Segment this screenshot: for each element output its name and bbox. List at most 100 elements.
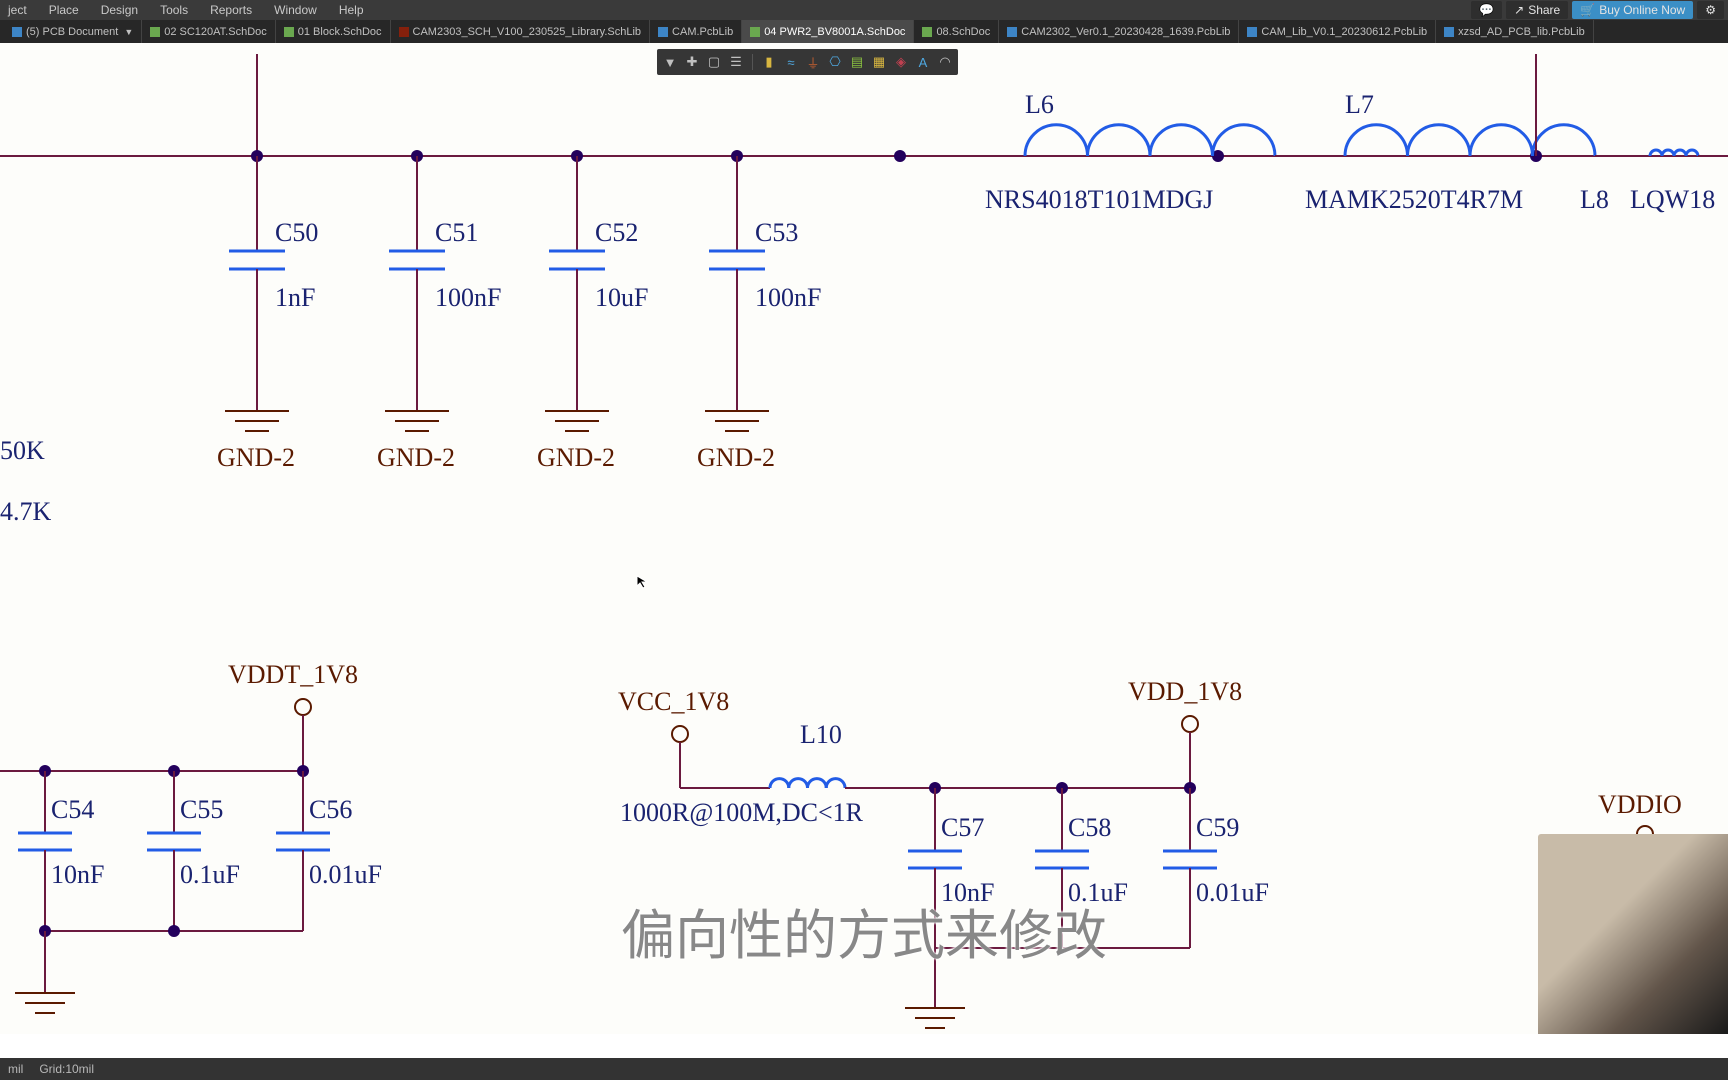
chevron-down-icon[interactable]: ▼: [124, 27, 133, 37]
file-icon: [922, 27, 932, 37]
svg-text:1000R@100M,DC<1R: 1000R@100M,DC<1R: [620, 798, 864, 827]
svg-text:C59: C59: [1196, 813, 1239, 842]
svg-text:LQW18: LQW18: [1630, 185, 1715, 214]
gnd-icon[interactable]: ⏚: [804, 53, 822, 71]
tab-label: CAM2303_SCH_V100_230525_Library.SchLib: [413, 26, 642, 38]
svg-text:GND-2: GND-2: [537, 443, 615, 472]
file-icon: [658, 27, 668, 37]
svg-text:L6: L6: [1025, 90, 1054, 119]
rect-icon[interactable]: ▢: [705, 53, 723, 71]
part-icon[interactable]: ▮: [760, 53, 778, 71]
active-bar[interactable]: ▼ ✚ ▢ ☰ ▮ ≈ ⏚ ⎔ ▤ ▦ ◈ A ◠: [657, 49, 958, 75]
file-icon: [399, 27, 409, 37]
file-icon: [1247, 27, 1257, 37]
notification-icon[interactable]: 💬: [1471, 1, 1502, 19]
file-icon: [284, 27, 294, 37]
r-label-50k: 50K: [0, 436, 45, 465]
svg-text:VDDT_1V8: VDDT_1V8: [228, 660, 358, 689]
port-icon[interactable]: ⎔: [826, 53, 844, 71]
document-tab[interactable]: 02 SC120AT.SchDoc: [142, 20, 276, 43]
text-icon[interactable]: A: [914, 53, 932, 71]
file-icon: [1007, 27, 1017, 37]
status-unit: mil: [8, 1062, 23, 1076]
tab-label: 04 PWR2_BV8001A.SchDoc: [764, 26, 905, 38]
settings-icon[interactable]: ⚙: [1697, 1, 1724, 19]
webcam-overlay: [1538, 834, 1728, 1034]
document-tab[interactable]: 01 Block.SchDoc: [276, 20, 391, 43]
document-tab[interactable]: CAM_Lib_V0.1_20230612.PcbLib: [1239, 20, 1436, 43]
buy-button[interactable]: 🛒 Buy Online Now: [1572, 1, 1693, 19]
tab-label: 08.SchDoc: [936, 26, 990, 38]
tab-label: xzsd_AD_PCB_lib.PcbLib: [1458, 26, 1585, 38]
svg-text:0.01uF: 0.01uF: [309, 860, 382, 889]
filter-icon[interactable]: ▼: [661, 53, 679, 71]
svg-text:100nF: 100nF: [755, 283, 821, 312]
svg-text:VDD_1V8: VDD_1V8: [1128, 677, 1242, 706]
subtitle-overlay: 偏向性的方式来修改: [621, 891, 1107, 970]
svg-text:C50: C50: [275, 218, 318, 247]
svg-text:1nF: 1nF: [275, 283, 315, 312]
svg-text:NRS4018T101MDGJ: NRS4018T101MDGJ: [985, 185, 1213, 214]
svg-text:VCC_1V8: VCC_1V8: [618, 687, 729, 716]
r-label-47k: 4.7K: [0, 497, 52, 526]
svg-text:C58: C58: [1068, 813, 1111, 842]
file-icon: [750, 27, 760, 37]
status-grid: Grid:10mil: [39, 1062, 94, 1076]
svg-text:C56: C56: [309, 795, 352, 824]
menu-place[interactable]: Place: [49, 3, 79, 17]
svg-text:C55: C55: [180, 795, 223, 824]
menu-reports[interactable]: Reports: [210, 3, 252, 17]
sheet-icon[interactable]: ▦: [870, 53, 888, 71]
menu-bar: ject Place Design Tools Reports Window H…: [0, 0, 1728, 20]
svg-text:10uF: 10uF: [595, 283, 648, 312]
cross-icon[interactable]: ✚: [683, 53, 701, 71]
arc-icon[interactable]: ◠: [936, 53, 954, 71]
menu-help[interactable]: Help: [339, 3, 364, 17]
tab-label: CAM2302_Ver0.1_20230428_1639.PcbLib: [1021, 26, 1230, 38]
schematic-drawing: C50 1nF GND-2 C51 100nF GND-2 C52 10uF GND-2 C53 1…: [0, 43, 1728, 1034]
svg-text:C54: C54: [51, 795, 94, 824]
align-icon[interactable]: ☰: [727, 53, 745, 71]
svg-text:MAMK2520T4R7M: MAMK2520T4R7M: [1305, 185, 1523, 214]
tab-label: 02 SC120AT.SchDoc: [164, 26, 267, 38]
document-tab[interactable]: 04 PWR2_BV8001A.SchDoc: [742, 20, 914, 43]
probe-icon[interactable]: ◈: [892, 53, 910, 71]
tab-label: CAM_Lib_V0.1_20230612.PcbLib: [1261, 26, 1427, 38]
file-icon: [1444, 27, 1454, 37]
svg-text:GND-2: GND-2: [377, 443, 455, 472]
svg-text:C51: C51: [435, 218, 478, 247]
menu-window[interactable]: Window: [274, 3, 317, 17]
document-tab[interactable]: CAM.PcbLib: [650, 20, 742, 43]
svg-text:L8: L8: [1580, 185, 1609, 214]
svg-text:GND-2: GND-2: [217, 443, 295, 472]
share-button[interactable]: ↗ Share: [1506, 1, 1568, 19]
menu-project[interactable]: ject: [8, 3, 27, 17]
svg-text:100nF: 100nF: [435, 283, 501, 312]
svg-text:C53: C53: [755, 218, 798, 247]
svg-text:GND-2: GND-2: [697, 443, 775, 472]
wire-icon[interactable]: ≈: [782, 53, 800, 71]
tab-label: (5) PCB Document: [26, 26, 118, 38]
svg-text:C57: C57: [941, 813, 984, 842]
netlabel-icon[interactable]: ▤: [848, 53, 866, 71]
tab-label: CAM.PcbLib: [672, 26, 733, 38]
document-tab[interactable]: xzsd_AD_PCB_lib.PcbLib: [1436, 20, 1594, 43]
menu-tools[interactable]: Tools: [160, 3, 188, 17]
svg-text:10nF: 10nF: [51, 860, 104, 889]
document-tab-bar: (5) PCB Document ▼ 02 SC120AT.SchDoc 01 Blo…: [0, 20, 1728, 43]
svg-text:VDDIO: VDDIO: [1598, 790, 1682, 819]
svg-text:C52: C52: [595, 218, 638, 247]
document-tab[interactable]: CAM2302_Ver0.1_20230428_1639.PcbLib: [999, 20, 1239, 43]
menu-design[interactable]: Design: [101, 3, 138, 17]
tab-label: 01 Block.SchDoc: [298, 26, 382, 38]
svg-text:L7: L7: [1345, 90, 1374, 119]
svg-text:L10: L10: [800, 720, 842, 749]
svg-text:0.01uF: 0.01uF: [1196, 878, 1269, 907]
file-icon: [150, 27, 160, 37]
document-tab[interactable]: (5) PCB Document ▼: [4, 20, 142, 43]
svg-text:0.1uF: 0.1uF: [180, 860, 240, 889]
file-icon: [12, 27, 22, 37]
status-bar: mil Grid:10mil: [0, 1058, 1728, 1080]
document-tab[interactable]: CAM2303_SCH_V100_230525_Library.SchLib: [391, 20, 651, 43]
document-tab[interactable]: 08.SchDoc: [914, 20, 999, 43]
